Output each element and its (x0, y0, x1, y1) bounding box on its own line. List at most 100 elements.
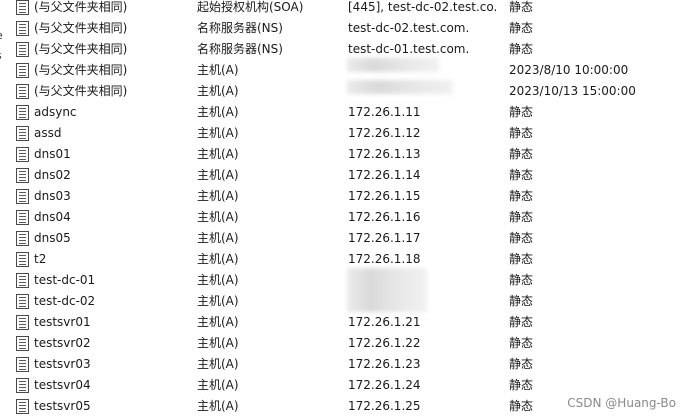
record-name: testsvr05 (34, 399, 91, 413)
record-row[interactable]: (与父文件夹相同) 起始授权机构(SOA) [445], test-dc-02.te… (0, 0, 690, 18)
record-timestamp: 静态 (509, 378, 534, 392)
record-timestamp: 静态 (509, 21, 534, 35)
redaction-blur (347, 268, 427, 312)
record-name: assd (34, 126, 62, 140)
record-timestamp: 静态 (509, 273, 534, 287)
record-row[interactable]: assd 主机(A) 172.26.1.12 静态 (0, 123, 690, 144)
record-icon (16, 399, 29, 414)
record-row[interactable]: dns01 主机(A) 172.26.1.13 静态 (0, 144, 690, 165)
record-name: test-dc-01 (34, 273, 96, 287)
record-icon (16, 126, 29, 141)
record-data: 172.26.1.14 (348, 168, 421, 182)
record-icon (16, 42, 29, 57)
record-row[interactable]: test-dc-01 主机(A) 静态 (0, 270, 690, 291)
record-icon (16, 294, 29, 309)
record-icon (16, 63, 29, 78)
record-icon (16, 21, 29, 36)
record-type: 主机(A) (197, 63, 239, 77)
record-row[interactable]: dns02 主机(A) 172.26.1.14 静态 (0, 165, 690, 186)
record-row[interactable]: dns03 主机(A) 172.26.1.15 静态 (0, 186, 690, 207)
record-timestamp: 静态 (509, 357, 534, 371)
record-name: dns05 (34, 231, 71, 245)
record-row[interactable]: t2 主机(A) 172.26.1.18 静态 (0, 249, 690, 270)
record-data: 172.26.1.23 (348, 357, 421, 371)
record-timestamp: 静态 (509, 315, 534, 329)
record-name: dns04 (34, 210, 71, 224)
record-timestamp: 静态 (509, 399, 534, 413)
record-icon (16, 273, 29, 288)
record-name: testsvr03 (34, 357, 91, 371)
record-type: 起始授权机构(SOA) (197, 0, 304, 14)
record-data: 172.26.1.24 (348, 378, 421, 392)
record-row[interactable]: dns04 主机(A) 172.26.1.16 静态 (0, 207, 690, 228)
record-data: [445], test-dc-02.test.co... (348, 0, 496, 14)
record-name: dns02 (34, 168, 71, 182)
record-icon (16, 252, 29, 267)
record-data: test-dc-01.test.com. (348, 42, 470, 56)
record-icon (16, 84, 29, 99)
record-row[interactable]: testsvr01 主机(A) 172.26.1.21 静态 (0, 312, 690, 333)
record-name: dns03 (34, 189, 71, 203)
record-type: 主机(A) (197, 84, 239, 98)
record-row[interactable]: (与父文件夹相同) 名称服务器(NS) test-dc-01.test.com. 静态 (0, 39, 690, 60)
record-row[interactable]: (与父文件夹相同) 主机(A) 2023/8/10 10:00:00 (0, 60, 690, 81)
record-name: (与父文件夹相同) (34, 42, 128, 56)
record-timestamp: 静态 (509, 42, 534, 56)
record-data: 172.26.1.13 (348, 147, 421, 161)
record-row[interactable]: testsvr03 主机(A) 172.26.1.23 静态 (0, 354, 690, 375)
record-name: (与父文件夹相同) (34, 21, 128, 35)
record-icon (16, 189, 29, 204)
redaction-blur (347, 80, 453, 94)
record-row[interactable]: test-dc-02 主机(A) 静态 (0, 291, 690, 312)
record-icon (16, 0, 29, 15)
record-name: testsvr02 (34, 336, 91, 350)
record-data: 172.26.1.17 (348, 231, 421, 245)
record-type: 主机(A) (197, 315, 239, 329)
record-timestamp: 静态 (509, 105, 534, 119)
record-type: 主机(A) (197, 168, 239, 182)
record-row[interactable]: testsvr04 主机(A) 172.26.1.24 静态 (0, 375, 690, 396)
record-icon (16, 168, 29, 183)
record-name: testsvr01 (34, 315, 91, 329)
record-timestamp: 静态 (509, 168, 534, 182)
record-row[interactable]: dns05 主机(A) 172.26.1.17 静态 (0, 228, 690, 249)
record-row[interactable]: (与父文件夹相同) 主机(A) 2023/10/13 15:00:00 (0, 81, 690, 102)
record-type: 主机(A) (197, 336, 239, 350)
record-name: (与父文件夹相同) (34, 84, 128, 98)
record-timestamp: 静态 (509, 336, 534, 350)
record-timestamp: 静态 (509, 231, 534, 245)
record-timestamp: 2023/8/10 10:00:00 (509, 63, 629, 77)
record-type: 主机(A) (197, 231, 239, 245)
record-name: (与父文件夹相同) (34, 63, 128, 77)
record-icon (16, 336, 29, 351)
record-name: dns01 (34, 147, 71, 161)
watermark: CSDN @Huang-Bo (567, 396, 676, 410)
record-icon (16, 210, 29, 225)
record-icon (16, 315, 29, 330)
record-timestamp: 静态 (509, 126, 534, 140)
record-timestamp: 静态 (509, 189, 534, 203)
record-timestamp: 静态 (509, 252, 534, 266)
record-data: 172.26.1.12 (348, 126, 421, 140)
record-data: 172.26.1.11 (348, 105, 421, 119)
record-data: test-dc-02.test.com. (348, 21, 470, 35)
record-data: 172.26.1.15 (348, 189, 421, 203)
record-icon (16, 357, 29, 372)
record-row[interactable]: (与父文件夹相同) 名称服务器(NS) test-dc-02.test.com. 静态 (0, 18, 690, 39)
record-type: 名称服务器(NS) (197, 42, 283, 56)
record-data: 172.26.1.18 (348, 252, 421, 266)
record-type: 主机(A) (197, 189, 239, 203)
record-timestamp: 静态 (509, 147, 534, 161)
record-type: 主机(A) (197, 273, 239, 287)
record-row[interactable]: testsvr02 主机(A) 172.26.1.22 静态 (0, 333, 690, 354)
record-type: 主机(A) (197, 378, 239, 392)
record-type: 主机(A) (197, 294, 239, 308)
record-timestamp: 静态 (509, 294, 534, 308)
record-type: 主机(A) (197, 357, 239, 371)
record-timestamp: 静态 (509, 210, 534, 224)
record-row[interactable]: adsync 主机(A) 172.26.1.11 静态 (0, 102, 690, 123)
record-type: 主机(A) (197, 399, 239, 413)
record-name: (与父文件夹相同) (34, 0, 128, 14)
record-name: testsvr04 (34, 378, 91, 392)
record-icon (16, 231, 29, 246)
